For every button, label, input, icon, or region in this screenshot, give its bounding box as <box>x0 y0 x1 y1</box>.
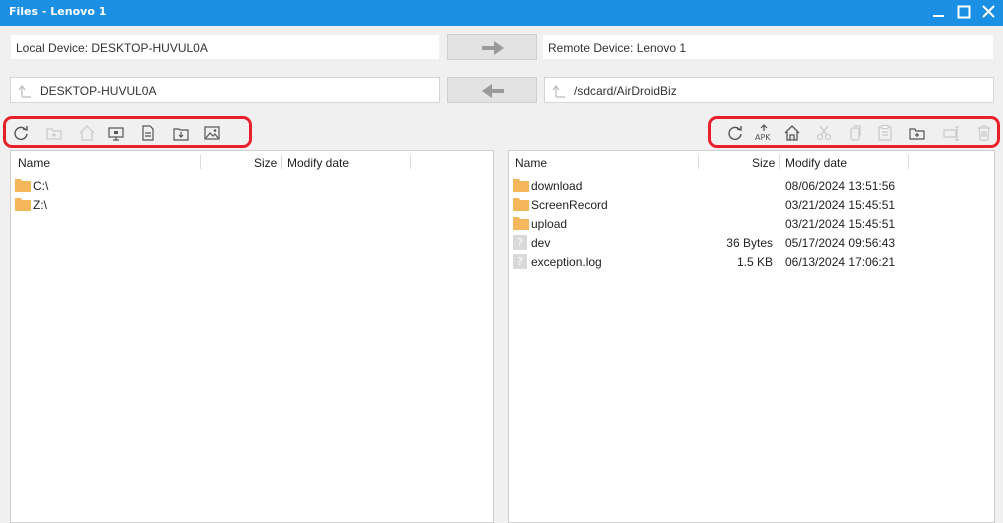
folder-icon <box>513 179 529 192</box>
list-item[interactable]: ? exception.log 1.5 KB 06/13/2024 17:06:… <box>509 252 994 271</box>
item-name: Z:\ <box>33 198 47 212</box>
column-size[interactable]: Size <box>254 156 277 170</box>
list-item[interactable]: ? dev 36 Bytes 05/17/2024 09:56:43 <box>509 233 994 252</box>
item-name: dev <box>531 236 551 250</box>
remote-list-header: Name Size Modify date <box>509 151 994 173</box>
maximize-button[interactable] <box>954 2 974 22</box>
close-button[interactable] <box>979 2 999 22</box>
list-item[interactable]: download 08/06/2024 13:51:56 <box>509 176 994 195</box>
item-name: download <box>531 179 583 193</box>
remote-device-label: Remote Device: Lenovo 1 <box>548 41 687 55</box>
arrow-right-icon <box>482 41 504 55</box>
folder-icon <box>513 217 529 230</box>
local-file-list[interactable]: Name Size Modify date C:\ Z:\ <box>10 150 494 523</box>
column-name[interactable]: Name <box>515 156 547 170</box>
window-title: Files - Lenovo 1 <box>9 5 107 18</box>
downloads-icon[interactable] <box>172 124 190 142</box>
unknown-file-icon: ? <box>513 235 527 250</box>
item-name: C:\ <box>33 179 49 193</box>
home-icon[interactable] <box>783 124 801 142</box>
new-folder-icon[interactable] <box>45 124 63 142</box>
rename-icon[interactable] <box>942 124 960 142</box>
folder-icon <box>15 198 31 211</box>
item-date: 03/21/2024 15:45:51 <box>785 198 896 212</box>
item-size: 1.5 KB <box>736 255 773 269</box>
minimize-button[interactable] <box>929 2 949 22</box>
apk-icon[interactable]: APK <box>754 124 774 142</box>
local-path-field[interactable]: DESKTOP-HUVUL0A <box>10 77 440 103</box>
column-size[interactable]: Size <box>752 156 775 170</box>
maximize-icon <box>957 5 971 19</box>
local-device-label: Local Device: DESKTOP-HUVUL0A <box>16 41 208 55</box>
remote-path-field[interactable]: /sdcard/AirDroidBiz <box>544 77 994 103</box>
local-list-header: Name Size Modify date <box>11 151 493 173</box>
item-date: 03/21/2024 15:45:51 <box>785 217 896 231</box>
home-icon[interactable] <box>78 124 96 142</box>
pictures-icon[interactable] <box>203 124 221 142</box>
column-name[interactable]: Name <box>18 156 50 170</box>
item-date: 05/17/2024 09:56:43 <box>785 236 896 250</box>
copy-icon[interactable] <box>846 124 864 142</box>
item-name: ScreenRecord <box>531 198 608 212</box>
local-path-text: DESKTOP-HUVUL0A <box>40 84 157 98</box>
title-bar: Files - Lenovo 1 <box>0 0 1003 26</box>
item-name: upload <box>531 217 568 231</box>
item-name: exception.log <box>531 255 602 269</box>
unknown-file-icon: ? <box>513 254 527 269</box>
close-icon <box>982 5 995 18</box>
list-item[interactable]: Z:\ <box>11 195 493 214</box>
item-date: 06/13/2024 17:06:21 <box>785 255 896 269</box>
folder-icon <box>513 198 529 211</box>
arrow-left-icon <box>482 84 504 98</box>
minimize-icon <box>933 15 944 17</box>
list-item[interactable]: upload 03/21/2024 15:45:51 <box>509 214 994 233</box>
documents-icon[interactable] <box>139 124 157 142</box>
refresh-icon[interactable] <box>12 124 30 142</box>
refresh-icon[interactable] <box>726 124 744 142</box>
remote-file-list[interactable]: Name Size Modify date download 08/06/202… <box>508 150 995 523</box>
list-item[interactable]: C:\ <box>11 176 493 195</box>
list-item[interactable]: ScreenRecord 03/21/2024 15:45:51 <box>509 195 994 214</box>
delete-icon[interactable] <box>975 124 993 142</box>
cut-icon[interactable] <box>815 124 833 142</box>
column-modify-date[interactable]: Modify date <box>287 156 349 170</box>
item-size: 36 Bytes <box>726 236 773 250</box>
path-up-icon <box>552 85 565 98</box>
remote-device-box: Remote Device: Lenovo 1 <box>542 34 994 60</box>
download-to-local-button[interactable] <box>447 77 537 103</box>
apk-icon-label: APK <box>755 133 771 142</box>
column-modify-date[interactable]: Modify date <box>785 156 847 170</box>
folder-icon <box>15 179 31 192</box>
local-device-box: Local Device: DESKTOP-HUVUL0A <box>10 34 440 60</box>
path-up-icon <box>18 85 31 98</box>
remote-path-text: /sdcard/AirDroidBiz <box>574 84 677 98</box>
desktop-icon[interactable] <box>107 124 125 142</box>
upload-to-remote-button[interactable] <box>447 34 537 60</box>
item-date: 08/06/2024 13:51:56 <box>785 179 896 193</box>
paste-icon[interactable] <box>876 124 894 142</box>
new-folder-icon[interactable] <box>908 124 926 142</box>
